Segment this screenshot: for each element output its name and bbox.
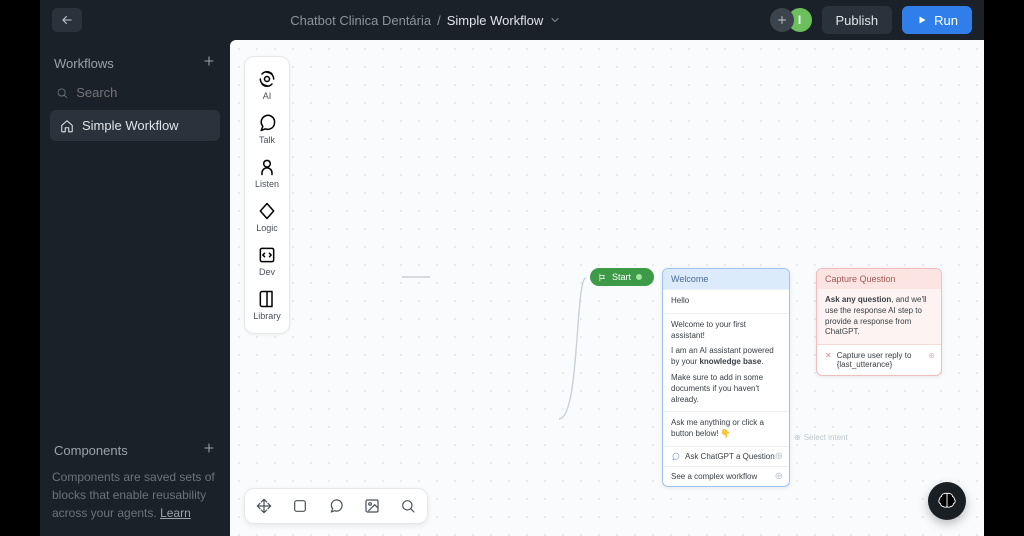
talk-icon <box>257 113 277 133</box>
assistant-fab[interactable] <box>928 482 966 520</box>
toolbar-item-library[interactable]: Library <box>248 285 286 325</box>
image-tool[interactable] <box>361 495 383 517</box>
add-component-button[interactable] <box>202 441 216 460</box>
breadcrumb-parent[interactable]: Chatbot Clinica Dentária <box>290 13 431 28</box>
toolbar-item-ai[interactable]: AI <box>248 65 286 105</box>
image-icon <box>364 498 380 514</box>
welcome-btn-complex[interactable]: See a complex workflow ⊕ <box>663 466 789 486</box>
back-button[interactable] <box>52 8 82 32</box>
brain-icon <box>936 490 958 512</box>
welcome-prompt: Ask me anything or click a button below!… <box>663 411 789 446</box>
intent-hint[interactable]: ⊕ Select intent <box>794 433 848 442</box>
zoom-tool[interactable] <box>397 495 419 517</box>
chevron-down-icon[interactable] <box>549 14 561 26</box>
search-icon <box>56 86 68 100</box>
sidebar-item-label: Simple Workflow <box>82 118 179 133</box>
publish-button[interactable]: Publish <box>822 6 893 34</box>
note-tool[interactable] <box>289 495 311 517</box>
avatar-stack: I <box>770 8 812 32</box>
add-workflow-button[interactable] <box>202 54 216 73</box>
plus-icon <box>202 54 216 68</box>
components-desc: Components are saved sets of blocks that… <box>50 468 220 522</box>
capture-row[interactable]: ✕ Capture user reply to {last_utterance}… <box>817 344 941 375</box>
sidebar-components-section: Components Components are saved sets of … <box>50 441 220 522</box>
play-icon <box>916 14 928 26</box>
welcome-hello: Hello <box>663 289 789 313</box>
dev-icon <box>257 245 277 265</box>
capture-text: Ask any question, and we'll use the resp… <box>817 289 941 344</box>
learn-link[interactable]: Learn <box>160 506 191 520</box>
plus-icon: ⊕ <box>775 471 783 482</box>
move-tool[interactable] <box>253 495 275 517</box>
breadcrumb: Chatbot Clinica Dentária / Simple Workfl… <box>92 13 760 28</box>
welcome-text: Welcome to your first assistant! I am an… <box>663 313 789 412</box>
breadcrumb-sep: / <box>437 13 441 28</box>
arrow-left-icon <box>60 13 74 27</box>
vertical-toolbar: AI Talk Listen Logic Dev <box>244 56 290 334</box>
ai-icon <box>257 69 277 89</box>
sidebar: Workflows Simple Workflow Components <box>40 40 230 536</box>
toolbar-item-talk[interactable]: Talk <box>248 109 286 149</box>
toolbar-item-logic[interactable]: Logic <box>248 197 286 237</box>
plus-icon: ⊕ <box>928 351 935 360</box>
plus-icon: ⊕ <box>775 451 783 462</box>
components-label: Components <box>54 443 128 458</box>
start-node[interactable]: Start <box>590 268 654 286</box>
app-frame: Chatbot Clinica Dentária / Simple Workfl… <box>40 0 984 536</box>
add-collaborator-button[interactable] <box>770 8 794 32</box>
note-icon <box>292 498 308 514</box>
toolbar-item-listen[interactable]: Listen <box>248 153 286 193</box>
plus-icon: ⊕ <box>794 433 801 442</box>
search-input[interactable] <box>76 85 214 100</box>
components-header: Components <box>50 441 220 460</box>
welcome-btn-ask[interactable]: Ask ChatGPT a Question ⊕ <box>663 446 789 466</box>
capture-node[interactable]: Capture Question Ask any question, and w… <box>816 268 942 376</box>
topbar: Chatbot Clinica Dentária / Simple Workfl… <box>40 0 984 40</box>
workflows-label: Workflows <box>54 56 114 71</box>
toolbar-item-dev[interactable]: Dev <box>248 241 286 281</box>
library-icon <box>257 289 277 309</box>
logic-icon <box>257 201 277 221</box>
sidebar-item-simple-workflow[interactable]: Simple Workflow <box>50 110 220 141</box>
welcome-header: Welcome <box>663 269 789 289</box>
close-icon: ✕ <box>825 351 832 369</box>
listen-icon <box>257 157 277 177</box>
plus-icon <box>202 441 216 455</box>
plus-icon <box>776 14 788 26</box>
capture-header: Capture Question <box>817 269 941 289</box>
welcome-node[interactable]: Welcome Hello Welcome to your first assi… <box>662 268 790 487</box>
comment-icon <box>328 498 344 514</box>
sidebar-workflows-header: Workflows <box>50 54 220 73</box>
search-icon <box>400 498 416 514</box>
home-icon <box>60 119 74 133</box>
chat-icon <box>671 452 680 461</box>
canvas[interactable]: AI Talk Listen Logic Dev <box>230 40 984 536</box>
comment-tool[interactable] <box>325 495 347 517</box>
run-label: Run <box>934 13 958 28</box>
publish-label: Publish <box>836 13 879 28</box>
breadcrumb-current[interactable]: Simple Workflow <box>447 13 544 28</box>
bottom-toolbar <box>244 488 428 524</box>
flag-icon <box>598 273 607 282</box>
move-icon <box>256 498 272 514</box>
body: Workflows Simple Workflow Components <box>40 40 984 536</box>
run-button[interactable]: Run <box>902 6 972 34</box>
sidebar-search[interactable] <box>50 81 220 104</box>
